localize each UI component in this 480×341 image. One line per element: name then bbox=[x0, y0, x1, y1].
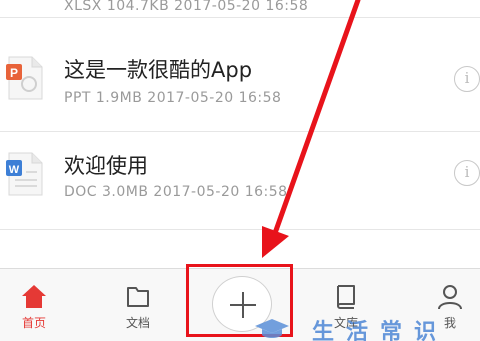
user-icon bbox=[438, 285, 462, 310]
home-icon bbox=[22, 285, 46, 308]
list-empty-space bbox=[0, 230, 480, 268]
svg-text:P: P bbox=[10, 66, 18, 80]
file-row[interactable]: W 欢迎使用 DOC 3.0MB 2017-05-20 16:58 i bbox=[0, 132, 480, 230]
watermark-text: 生活常识 bbox=[312, 320, 449, 341]
file-row[interactable]: XLSX 104.7KB 2017-05-20 16:58 bbox=[0, 0, 480, 18]
file-meta: DOC 3.0MB 2017-05-20 16:58 bbox=[64, 184, 288, 200]
tab-home-label: 首页 bbox=[21, 316, 46, 330]
file-name: 欢迎使用 bbox=[64, 154, 148, 178]
watermark: 生活常识 bbox=[254, 314, 480, 341]
tab-home[interactable]: 首页 bbox=[4, 269, 64, 341]
file-list: XLSX 104.7KB 2017-05-20 16:58 P 这是一款很酷的A… bbox=[0, 0, 480, 268]
book-icon bbox=[337, 285, 355, 309]
folder-icon bbox=[127, 287, 149, 307]
tab-docs[interactable]: 文档 bbox=[108, 269, 168, 341]
graduation-cap-icon bbox=[255, 319, 289, 338]
file-meta: XLSX 104.7KB 2017-05-20 16:58 bbox=[64, 0, 309, 14]
info-button[interactable]: i bbox=[454, 66, 480, 92]
info-button[interactable]: i bbox=[454, 160, 480, 186]
ppt-file-icon: P bbox=[6, 56, 43, 100]
file-name: 这是一款很酷的App bbox=[64, 58, 253, 82]
word-file-icon: W bbox=[6, 152, 43, 196]
file-meta: PPT 1.9MB 2017-05-20 16:58 bbox=[64, 90, 282, 106]
tab-docs-label: 文档 bbox=[125, 316, 150, 330]
file-row[interactable]: P 这是一款很酷的App PPT 1.9MB 2017-05-20 16:58 … bbox=[0, 18, 480, 132]
svg-text:W: W bbox=[9, 164, 20, 176]
